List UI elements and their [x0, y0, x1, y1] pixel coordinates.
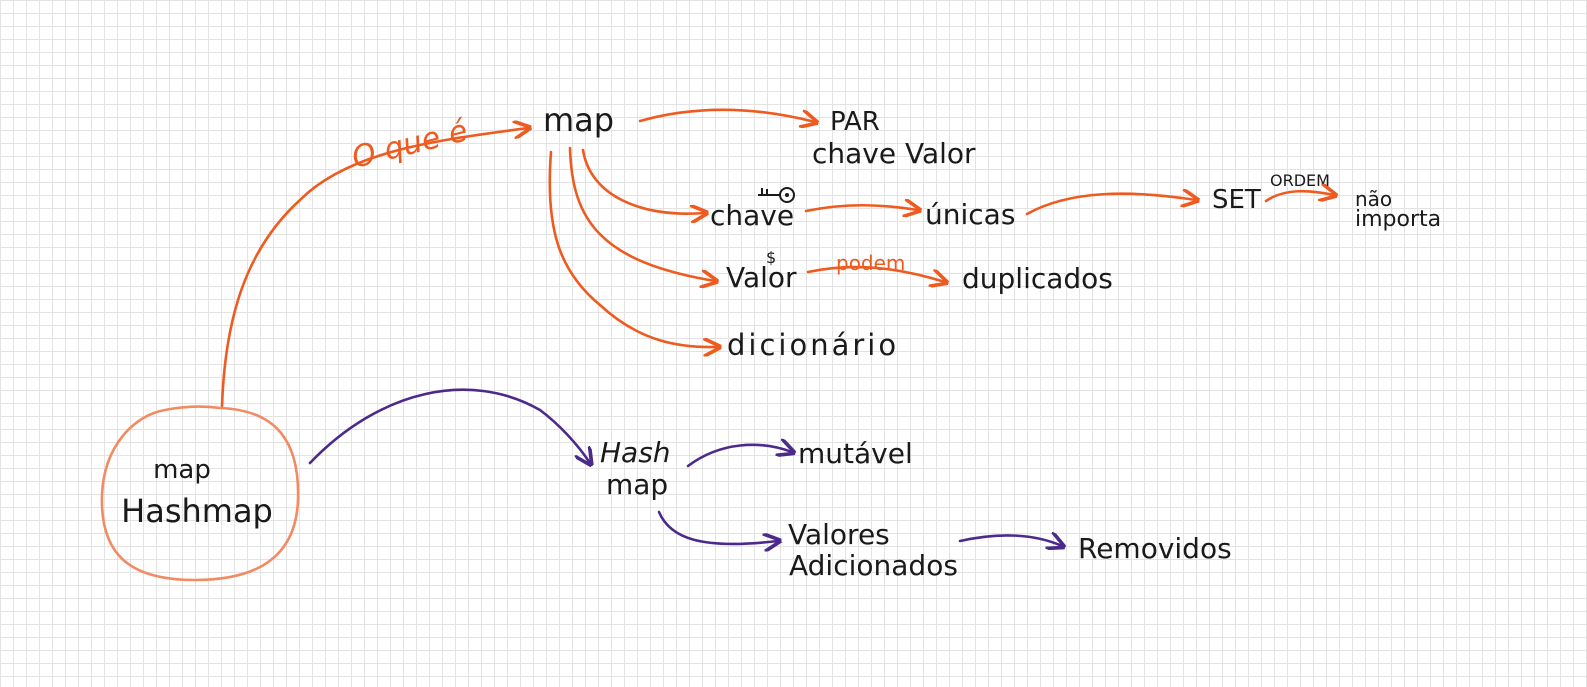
node-adicionados: Adicionados: [789, 549, 958, 582]
root-label-hashmap: Hashmap: [121, 492, 273, 530]
edge-root-to-hashmap: [308, 388, 590, 463]
edge-unicas-to-set: [1025, 194, 1196, 216]
node-set: SET: [1212, 185, 1261, 215]
root-node: map Hashmap: [100, 405, 300, 582]
node-unicas: únicas: [925, 198, 1015, 231]
node-valores: Valores: [788, 518, 890, 551]
edge-map-to-par: [638, 108, 815, 122]
node-map: map: [543, 101, 614, 139]
node-valor: Valor: [726, 261, 797, 294]
edge-map-to-dicionario: [548, 150, 718, 347]
node-importa: importa: [1355, 207, 1441, 232]
root-label-map: map: [153, 455, 211, 485]
dollar-icon: $: [766, 248, 776, 267]
edge-map-to-chave: [581, 148, 705, 214]
node-par: PAR: [830, 107, 880, 137]
edge-valores-to-removidos: [958, 535, 1062, 546]
node-duplicados: duplicados: [962, 262, 1113, 295]
edge-hashmap-to-valores: [657, 510, 778, 544]
edge-label-podem: podem: [836, 251, 905, 275]
edge-label-ordem: ORDEM: [1270, 171, 1330, 190]
node-hash: Hash: [600, 436, 671, 469]
node-removidos: Removidos: [1078, 532, 1232, 565]
edge-chave-to-unicas: [804, 205, 918, 211]
node-chave-valor: chave Valor: [812, 137, 976, 170]
mind-map-canvas: map Hashmap O que é map PAR chave Valor …: [100, 101, 1441, 582]
edge-hashmap-to-mutavel: [686, 445, 792, 468]
node-mutavel: mutável: [798, 437, 913, 470]
node-hash-map: map: [606, 468, 668, 501]
edge-set-to-nao-importa: [1264, 191, 1334, 201]
node-chave: chave: [710, 199, 794, 232]
edge-label-o-que-e: O que é: [348, 113, 471, 175]
node-dicionario: dicionário: [727, 328, 899, 362]
